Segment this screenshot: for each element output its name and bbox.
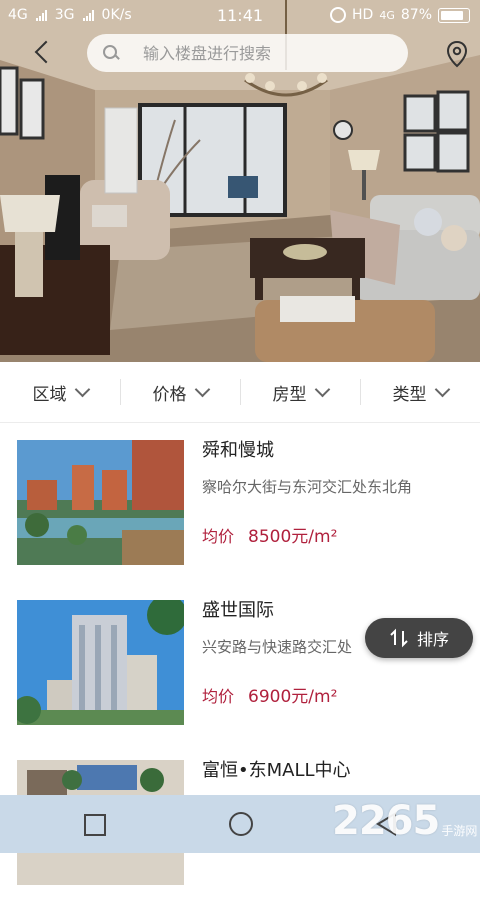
location-button[interactable]: [446, 40, 468, 68]
sort-label: 排序: [416, 630, 449, 649]
search-input[interactable]: [141, 42, 385, 64]
filter-region[interactable]: 区域: [0, 362, 120, 422]
filter-bar: 区域 价格 房型 类型: [0, 362, 480, 423]
listing-name: 盛世国际: [202, 600, 274, 621]
chevron-down-icon: [434, 381, 450, 398]
watermark-brand: 2265: [332, 798, 440, 844]
filter-label: 类型: [392, 384, 427, 405]
chevron-down-icon: [74, 381, 90, 398]
price-label: 均价: [202, 527, 235, 546]
filter-label: 价格: [152, 384, 187, 405]
home-button[interactable]: [229, 812, 253, 836]
search-bar[interactable]: [87, 34, 408, 72]
battery-icon: [438, 7, 470, 23]
price-value: 6900元/m²: [248, 687, 338, 707]
hd-label: HD: [352, 7, 374, 23]
listing-address: 察哈尔大街与东河交汇处东北角: [202, 478, 413, 496]
filter-label: 区域: [32, 384, 67, 405]
listing-name: 舜和慢城: [202, 440, 274, 461]
listing-thumbnail: [17, 600, 184, 725]
listing-thumbnail: [17, 440, 184, 565]
filter-price[interactable]: 价格: [120, 362, 240, 422]
listing-price: 均价 6900元/m²: [202, 682, 337, 707]
search-icon: [103, 45, 119, 61]
status-bar: 4G 3G 0K/s 11:41 HD 4G 87%: [0, 0, 480, 32]
listing-price: 均价 8500元/m²: [202, 522, 337, 547]
location-pin-icon: [446, 40, 468, 68]
list-item[interactable]: 盛世国际 兴安路与快速路交汇处 均价 6900元/m²: [0, 583, 480, 743]
watermark-sub: 手游网: [441, 824, 478, 838]
alarm-icon: [330, 7, 347, 23]
chevron-down-icon: [314, 381, 330, 398]
chevron-down-icon: [194, 381, 210, 398]
back-button[interactable]: [28, 38, 56, 68]
price-label: 均价: [202, 687, 235, 706]
recent-apps-button[interactable]: [84, 814, 106, 836]
watermark: 2265 手游网: [332, 801, 477, 841]
filter-label: 房型: [272, 384, 307, 405]
list-item[interactable]: 舜和慢城 察哈尔大街与东河交汇处东北角 均价 8500元/m²: [0, 423, 480, 583]
battery-percent: 87%: [400, 7, 432, 23]
sort-button[interactable]: 排序: [365, 618, 473, 658]
listing-name: 富恒•东MALL中心: [202, 760, 351, 781]
price-value: 8500元/m²: [248, 527, 338, 547]
filter-layout[interactable]: 房型: [240, 362, 360, 422]
filter-type[interactable]: 类型: [360, 362, 480, 422]
network-label-3: 4G: [379, 8, 395, 22]
sort-arrows-icon: [390, 628, 408, 648]
